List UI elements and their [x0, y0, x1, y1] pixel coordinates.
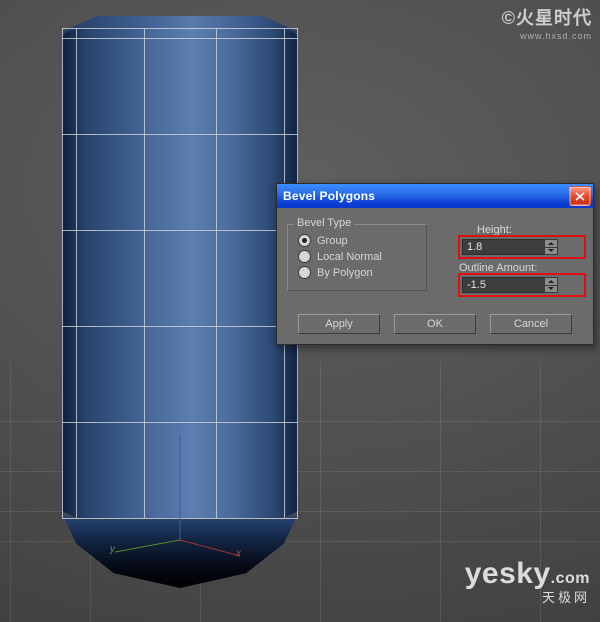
- radio-label: By Polygon: [317, 267, 373, 279]
- chevron-up-icon: [548, 280, 554, 283]
- close-icon: [575, 192, 585, 201]
- edge: [62, 134, 298, 135]
- edge: [62, 326, 298, 327]
- radio-group-option[interactable]: Group: [298, 234, 416, 247]
- outline-amount-label: Outline Amount:: [459, 262, 583, 274]
- bevel-type-legend: Bevel Type: [294, 217, 354, 229]
- edge: [62, 518, 298, 519]
- watermark-top: ©火星时代 www.hxsd.com: [502, 4, 592, 42]
- edge: [216, 28, 217, 518]
- close-button[interactable]: [569, 186, 591, 206]
- numeric-inputs: Height: Outline Amount:: [443, 222, 583, 300]
- edge: [62, 422, 298, 423]
- outline-amount-input[interactable]: [462, 277, 544, 293]
- radio-icon: [298, 250, 311, 263]
- height-field-highlight: [461, 238, 583, 256]
- edge: [144, 28, 145, 518]
- height-spinner: [462, 239, 558, 255]
- chevron-down-icon: [548, 249, 554, 252]
- dialog-button-row: Apply OK Cancel: [287, 300, 583, 334]
- edge: [62, 28, 63, 518]
- outline-spin-up[interactable]: [544, 277, 558, 285]
- radio-icon: [298, 266, 311, 279]
- ok-button[interactable]: OK: [394, 314, 476, 334]
- grid-line: [10, 362, 11, 622]
- dialog-titlebar[interactable]: Bevel Polygons: [277, 184, 593, 208]
- radio-label: Group: [317, 235, 348, 247]
- chevron-down-icon: [548, 287, 554, 290]
- mesh-bottom-cap: [62, 514, 298, 588]
- edge: [76, 28, 77, 518]
- radio-label: Local Normal: [317, 251, 382, 263]
- mesh-cylinder[interactable]: [62, 16, 298, 586]
- radio-local-normal-option[interactable]: Local Normal: [298, 250, 416, 263]
- height-input[interactable]: [462, 239, 544, 255]
- height-spin-up[interactable]: [544, 239, 558, 247]
- mesh-body: [62, 28, 298, 518]
- dialog-body: Bevel Type Group Local Normal By Polygon…: [277, 208, 593, 344]
- apply-button[interactable]: Apply: [298, 314, 380, 334]
- dialog-bevel-polygons: Bevel Polygons Bevel Type Group Local No…: [276, 183, 594, 345]
- watermark-bottom: yesky.com 天极网: [465, 557, 590, 606]
- viewport-3d[interactable]: z y x ©火星时代 www.hxsd.com yesky.com 天极网 B…: [0, 0, 600, 622]
- radio-by-polygon-option[interactable]: By Polygon: [298, 266, 416, 279]
- height-label: Height:: [477, 224, 583, 236]
- radio-icon: [298, 234, 311, 247]
- chevron-up-icon: [548, 242, 554, 245]
- outline-spinner: [462, 277, 558, 293]
- outline-field-highlight: [461, 276, 583, 294]
- cancel-button[interactable]: Cancel: [490, 314, 572, 334]
- edge: [62, 28, 298, 29]
- edge: [62, 38, 298, 39]
- outline-spin-down[interactable]: [544, 285, 558, 294]
- edge: [62, 230, 298, 231]
- bevel-type-group: Bevel Type Group Local Normal By Polygon: [287, 224, 427, 291]
- dialog-title: Bevel Polygons: [283, 189, 569, 203]
- grid-line: [440, 362, 441, 622]
- grid-line: [320, 362, 321, 622]
- height-spin-down[interactable]: [544, 247, 558, 256]
